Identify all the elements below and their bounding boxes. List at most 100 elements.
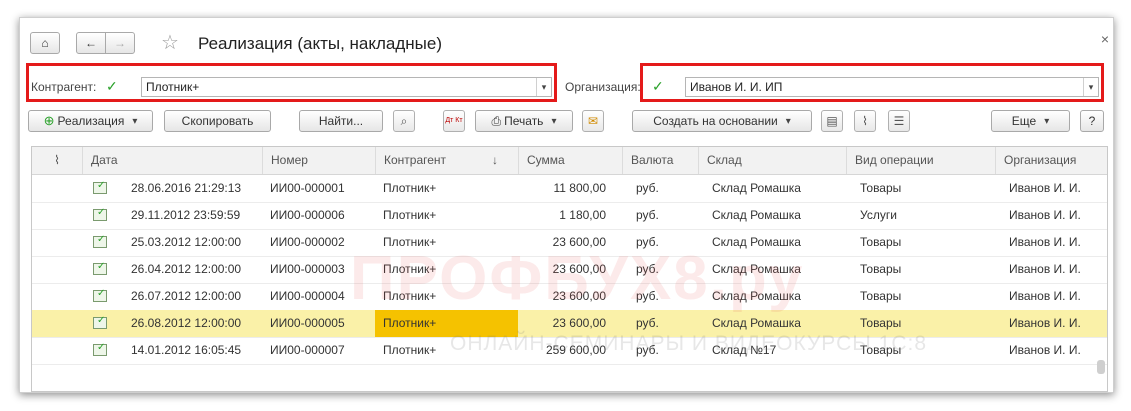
posted-document-icon <box>93 207 107 221</box>
cell-organization: Иванов И. И. <box>1009 262 1081 276</box>
close-icon[interactable]: × <box>1101 31 1109 47</box>
page-title: Реализация (акты, накладные) <box>198 34 443 53</box>
cancel-search-button[interactable]: ⌕ <box>393 110 415 132</box>
cell-date: 28.06.2016 21:29:13 <box>131 181 242 195</box>
home-icon: ⌂ <box>41 36 49 50</box>
find-button[interactable]: Найти... <box>299 110 383 132</box>
cell-operation: Товары <box>860 235 902 249</box>
list-settings-button[interactable]: ☰ <box>888 110 910 132</box>
cell-operation: Товары <box>860 181 902 195</box>
cell-date: 26.07.2012 12:00:00 <box>131 289 242 303</box>
cell-organization: Иванов И. И. <box>1009 316 1081 330</box>
report-button[interactable]: ▤ <box>821 110 843 132</box>
table-row[interactable]: 29.11.2012 23:59:59 ИИ00-000006 Плотник+ 1 … <box>32 202 1107 230</box>
kontragent-label: Контрагент: <box>31 80 97 94</box>
posted-document-icon <box>93 234 107 248</box>
cell-number: ИИ00-000005 <box>270 316 345 330</box>
posted-document-icon <box>93 315 107 329</box>
cell-organization: Иванов И. И. <box>1009 289 1081 303</box>
cell-operation: Товары <box>860 289 902 303</box>
column-header-warehouse[interactable]: Склад <box>698 147 846 174</box>
watermark-main: ПРОФБУХ8.ру <box>350 244 805 313</box>
column-header-sum[interactable]: Сумма <box>518 147 622 174</box>
search-cancel-icon: ⌕ <box>400 113 408 128</box>
scrollbar-thumb[interactable] <box>1097 360 1105 374</box>
print-button[interactable]: ⎙ Печать <box>475 110 573 132</box>
cell-organization: Иванов И. И. <box>1009 343 1081 357</box>
cell-number: ИИ00-000006 <box>270 208 345 222</box>
arrow-right-icon: → <box>114 36 126 50</box>
email-button[interactable]: ✉ <box>582 110 604 132</box>
cell-warehouse: Склад Ромашка <box>712 181 801 195</box>
cell-kontragent: Плотник+ <box>383 208 437 222</box>
cell-date: 26.04.2012 12:00:00 <box>131 262 242 276</box>
kontragent-field-value: Плотник+ <box>146 80 200 94</box>
envelope-icon: ✉ <box>587 114 599 128</box>
create-based-on-button[interactable]: Создать на основании <box>632 110 812 132</box>
realization-create-button[interactable]: ⊕ Реализация <box>28 110 153 132</box>
chevron-down-icon[interactable]: ▾ <box>536 78 551 96</box>
organization-field[interactable]: Иванов И. И. ИП ▾ <box>685 77 1099 97</box>
cell-organization: Иванов И. И. <box>1009 208 1081 222</box>
table-header: ⌇ Дата Номер Контрагент ↓ Сумма Валюта С… <box>32 147 1107 175</box>
column-header-kontragent-label: Контрагент <box>384 153 447 167</box>
forward-button[interactable]: → <box>105 32 135 54</box>
cell-date: 14.01.2012 16:05:45 <box>131 343 242 357</box>
organization-field-value: Иванов И. И. ИП <box>690 80 783 94</box>
sort-desc-icon: ↓ <box>492 153 498 167</box>
more-button[interactable]: Еще <box>991 110 1070 132</box>
arrow-left-icon: ← <box>85 36 97 50</box>
cell-number: ИИ00-000001 <box>270 181 345 195</box>
vertical-scrollbar[interactable] <box>1097 175 1105 389</box>
posted-document-icon <box>93 342 107 356</box>
column-header-organization[interactable]: Организация <box>995 147 1107 174</box>
paperclip-icon: ⌇ <box>54 153 60 167</box>
list-icon: ☰ <box>893 114 905 128</box>
column-header-currency[interactable]: Валюта <box>622 147 698 174</box>
cell-date: 26.08.2012 12:00:00 <box>131 316 242 330</box>
column-header-number[interactable]: Номер <box>262 147 375 174</box>
kontragent-filter-checkbox[interactable]: ✓ <box>106 79 120 93</box>
print-label: Печать <box>504 114 544 128</box>
cell-date: 25.03.2012 12:00:00 <box>131 235 242 249</box>
help-button[interactable]: ? <box>1080 110 1104 132</box>
column-header-operation[interactable]: Вид операции <box>846 147 995 174</box>
cell-operation: Услуги <box>860 208 897 222</box>
cell-kontragent: Плотник+ <box>383 181 437 195</box>
realization-create-label: Реализация <box>57 114 125 128</box>
attachment-column-header[interactable]: ⌇ <box>32 147 82 174</box>
table-row[interactable]: 28.06.2016 21:29:13 ИИ00-000001 Плотник+ 11… <box>32 175 1107 203</box>
realization-list-window: ⌂ ← → ☆ Реализация (акты, накладные) × К… <box>19 17 1114 393</box>
home-button[interactable]: ⌂ <box>30 32 60 54</box>
cell-organization: Иванов И. И. <box>1009 235 1081 249</box>
cell-number: ИИ00-000007 <box>270 343 345 357</box>
cell-date: 29.11.2012 23:59:59 <box>131 208 241 222</box>
cell-currency: руб. <box>636 181 659 195</box>
watermark-sub: ОНЛАЙН-СЕМИНАРЫ И ВИДЕОКУРСЫ 1С:8 <box>450 332 928 355</box>
favorite-star-icon[interactable]: ☆ <box>161 30 179 55</box>
plus-icon: ⊕ <box>43 113 55 128</box>
cell-warehouse: Склад Ромашка <box>712 208 801 222</box>
document-icon: ▤ <box>826 114 838 128</box>
cell-currency: руб. <box>636 208 659 222</box>
back-button[interactable]: ← <box>76 32 106 54</box>
dtkt-icon: Дт Кт <box>445 117 463 124</box>
create-based-label: Создать на основании <box>653 114 778 128</box>
attachment-button[interactable]: ⌇ <box>854 110 876 132</box>
column-header-date[interactable]: Дата <box>82 147 262 174</box>
kontragent-field[interactable]: Плотник+ ▾ <box>141 77 552 97</box>
chevron-down-icon[interactable]: ▾ <box>1083 78 1098 96</box>
copy-label: Скопировать <box>181 114 254 128</box>
find-label: Найти... <box>318 114 364 128</box>
copy-button[interactable]: Скопировать <box>164 110 271 132</box>
posted-document-icon <box>93 180 107 194</box>
printer-icon: ⎙ <box>491 113 502 128</box>
column-header-kontragent[interactable]: Контрагент ↓ <box>375 147 518 174</box>
help-label: ? <box>1088 114 1096 128</box>
cell-organization: Иванов И. И. <box>1009 181 1081 195</box>
cell-operation: Товары <box>860 262 902 276</box>
dtkt-button[interactable]: Дт Кт <box>443 110 465 132</box>
more-label: Еще <box>1011 114 1037 128</box>
cell-sum: 1 180,00 <box>559 208 606 222</box>
organization-filter-checkbox[interactable]: ✓ <box>652 79 666 93</box>
